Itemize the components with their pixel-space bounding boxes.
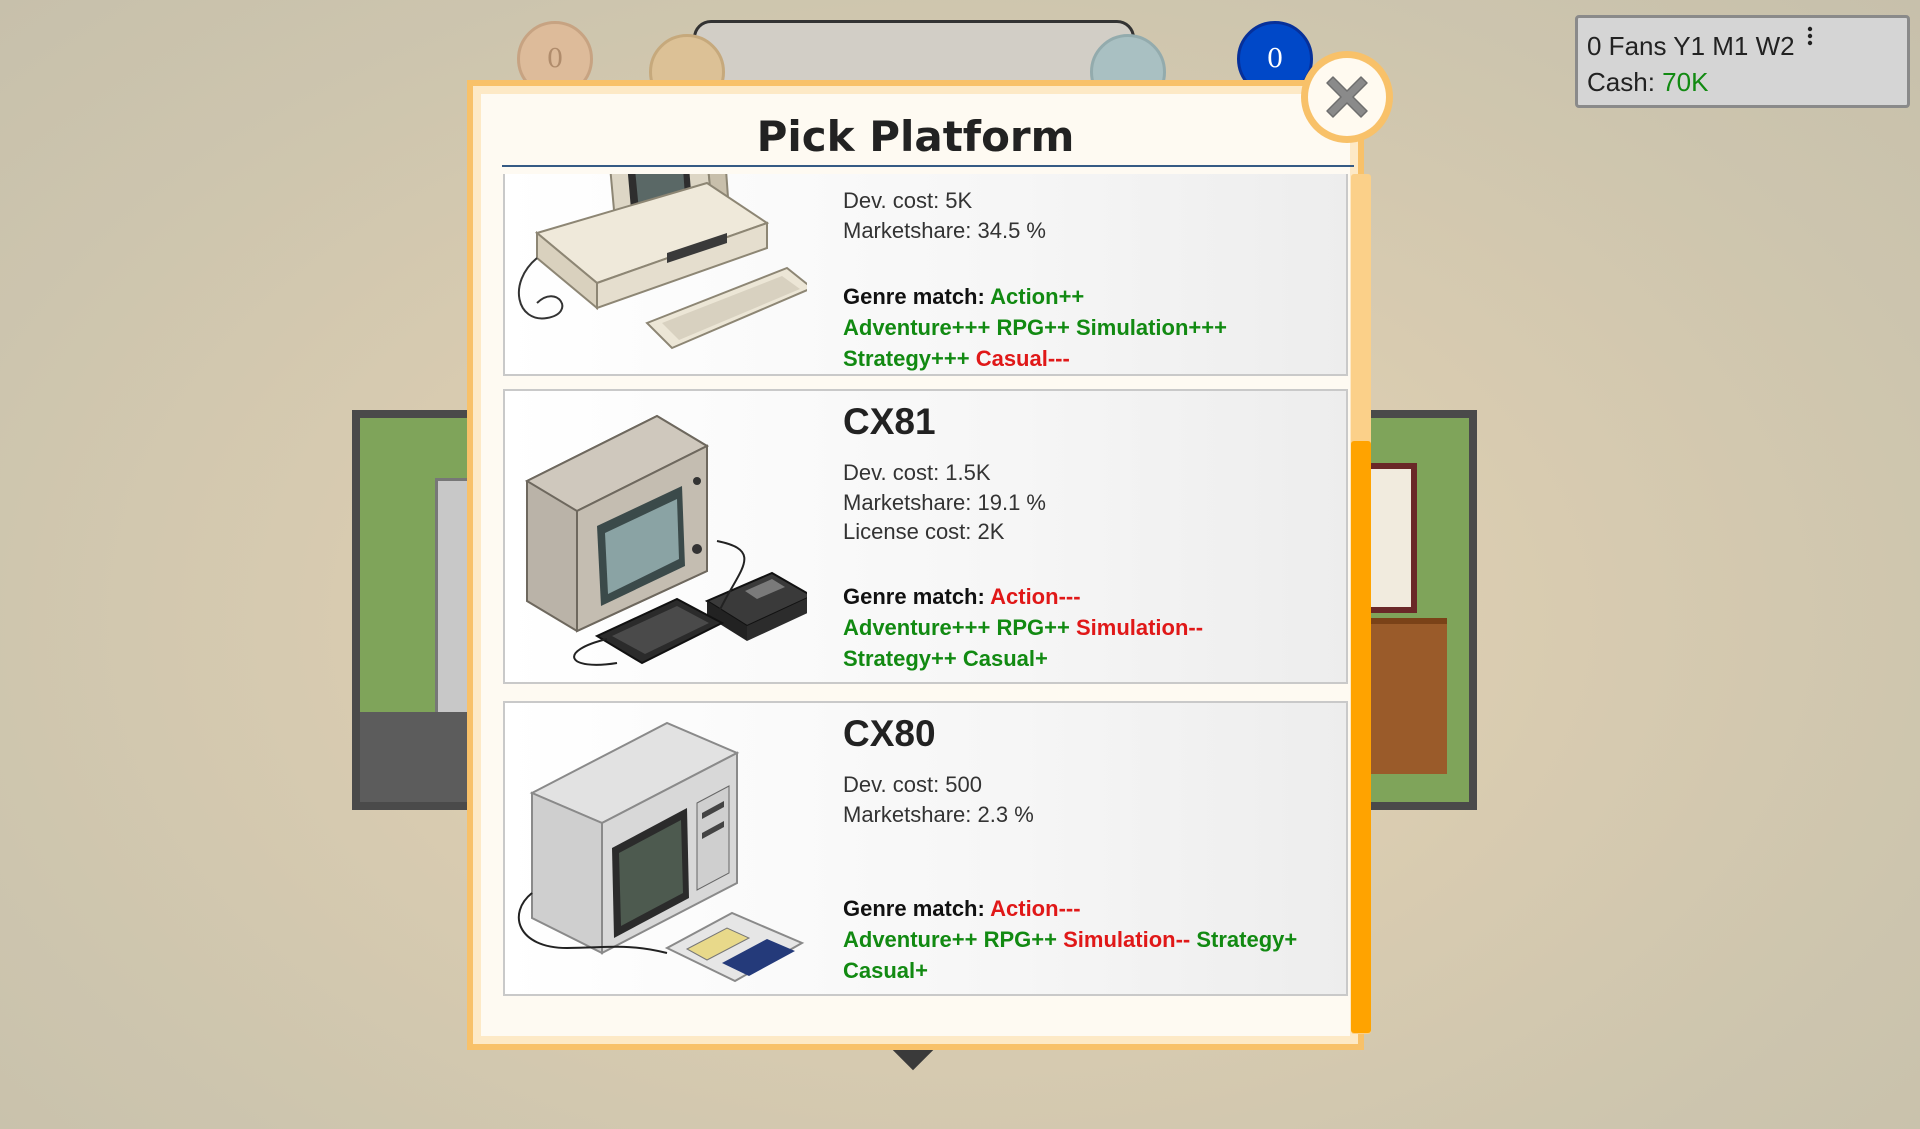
genre-casual: Casual+ [962,646,1048,671]
close-button[interactable] [1301,51,1393,143]
status-panel: 0 Fans Y1 M1 W2 Cash: 70K [1575,15,1910,108]
room-wall-left [352,410,472,810]
marketshare: Marketshare: 34.5 % [843,217,1046,243]
platform-card-pc[interactable]: Dev. cost: 5K Marketshare: 34.5 % Genre … [503,174,1348,376]
cash-value: 70K [1662,67,1709,97]
dev-cost: Dev. cost: 5K [843,188,973,213]
genre-match-label: Genre match: [843,896,991,921]
genre-casual: Casual--- [975,346,1070,371]
genre-casual: Casual+ [843,958,928,983]
genre-strategy: Strategy+ [1196,927,1298,952]
dialog-title: Pick Platform [756,112,1075,161]
title-divider [502,165,1354,167]
cash-line: Cash: 70K [1587,64,1907,100]
platform-stats: Dev. cost: 500 Marketshare: 2.3 % [843,770,1323,829]
pc-computer-icon [518,174,807,350]
scrollbar-thumb[interactable] [1351,441,1371,1033]
genre-simulation: Simulation+++ [1075,315,1227,340]
vertical-ellipsis-icon[interactable] [1806,26,1822,46]
marketshare: Marketshare: 19.1 % [843,489,1046,515]
marketshare: Marketshare: 2.3 % [843,801,1034,827]
platform-stats: Dev. cost: 1.5K Marketshare: 19.1 % Lice… [843,458,1323,547]
genre-adventure: Adventure+++ [843,615,991,640]
genre-action: Action++ [990,284,1085,309]
desk [1362,618,1447,774]
genre-match-label: Genre match: [843,284,991,309]
fans-date-text: 0 Fans Y1 M1 W2 [1587,31,1795,61]
genre-match-label: Genre match: [843,584,991,609]
room-floor [360,712,472,802]
platform-name: CX80 [843,713,936,754]
cx81-computer-icon [524,414,807,666]
genre-simulation: Simulation-- [1075,615,1204,640]
pick-platform-dialog: Pick Platform Dev. cost: 5K Marketshare:… [467,80,1371,1050]
platform-card-cx80[interactable]: CX80 Dev. cost: 500 Marketshare: 2.3 % G… [503,701,1348,996]
genre-adventure: Adventure+++ [843,315,991,340]
platform-list[interactable]: Dev. cost: 5K Marketshare: 34.5 % Genre … [503,174,1351,1034]
cash-label: Cash: [1587,67,1663,97]
genre-match: Genre match: Action--- Adventure++ RPG++ … [843,893,1348,986]
dev-cost: Dev. cost: 500 [843,772,982,797]
license-cost: License cost: 2K [843,519,1005,544]
genre-match: Genre match: Action++ Adventure+++ RPG++ … [843,281,1348,374]
platform-card-cx81[interactable]: CX81 Dev. cost: 1.5K Marketshare: 19.1 %… [503,389,1348,684]
genre-adventure: Adventure++ [843,927,978,952]
genre-action: Action--- [990,896,1081,921]
room-wall-right [1362,410,1477,810]
genre-simulation: Simulation-- [1063,927,1191,952]
genre-action: Action--- [990,584,1081,609]
genre-strategy: Strategy+++ [843,346,970,371]
close-button-face[interactable] [1308,58,1386,136]
genre-rpg: RPG++ [996,615,1070,640]
platform-name: CX81 [843,401,936,442]
genre-rpg: RPG++ [983,927,1057,952]
dialog-body: Pick Platform Dev. cost: 5K Marketshare:… [481,94,1371,1036]
genre-strategy: Strategy++ [843,646,957,671]
genre-rpg: RPG++ [996,315,1070,340]
close-x-icon [1326,76,1368,118]
genre-match: Genre match: Action--- Adventure+++ RPG++… [843,581,1348,674]
dev-cost: Dev. cost: 1.5K [843,460,991,485]
platform-stats: Dev. cost: 5K Marketshare: 34.5 % [843,186,1323,245]
cx80-computer-icon [517,721,805,983]
door [435,478,471,738]
